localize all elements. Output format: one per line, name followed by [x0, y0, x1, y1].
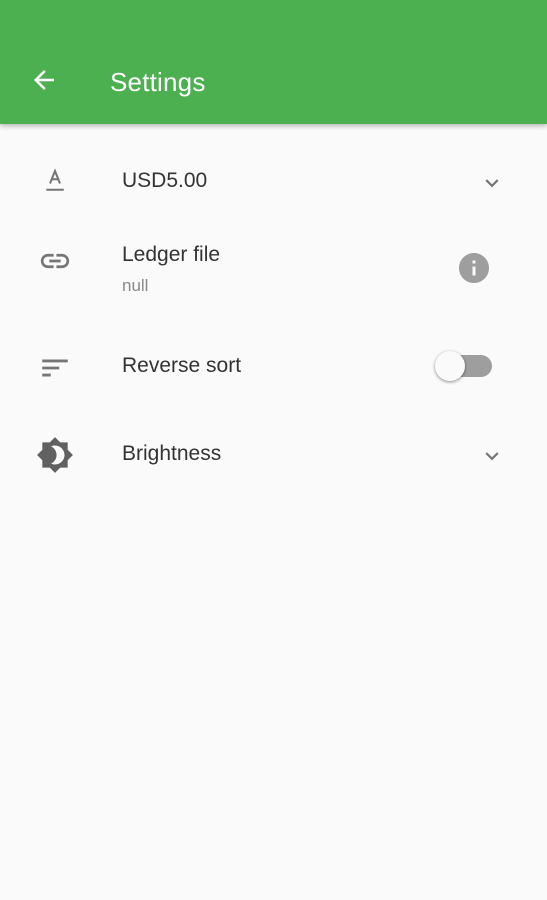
link-icon — [36, 242, 74, 280]
reverse-sort-toggle-thumb[interactable] — [435, 351, 465, 381]
app-bar: Settings — [0, 0, 547, 124]
setting-currency-format[interactable]: USD5.00 — [0, 124, 547, 238]
brightness-icon — [36, 436, 74, 474]
setting-currency-format-title: USD5.00 — [122, 169, 208, 192]
setting-brightness-title: Brightness — [122, 442, 222, 465]
setting-brightness[interactable]: Brightness — [0, 424, 547, 514]
setting-brightness-dropdown[interactable] — [478, 442, 506, 470]
setting-currency-format-dropdown[interactable] — [478, 169, 506, 197]
chevron-down-icon — [485, 179, 499, 188]
sort-icon — [36, 349, 74, 387]
arrow-back-icon — [34, 70, 54, 90]
setting-ledger-file-subtitle: null — [122, 276, 149, 295]
settings-screen: Settings USD5.00 Ledger file null Revers… — [0, 0, 547, 900]
page-title: Settings — [110, 67, 206, 97]
setting-ledger-file[interactable]: Ledger file null — [0, 238, 547, 336]
settings-list: USD5.00 Ledger file null Reverse sort Br… — [0, 124, 547, 514]
setting-reverse-sort-title: Reverse sort — [122, 354, 242, 377]
setting-ledger-file-title: Ledger file — [122, 243, 221, 266]
setting-reverse-sort[interactable]: Reverse sort — [0, 336, 547, 424]
back-button[interactable] — [22, 58, 66, 102]
currency-format-icon — [36, 162, 74, 200]
info-button[interactable] — [456, 250, 492, 286]
info-icon — [459, 253, 489, 283]
chevron-down-icon — [485, 452, 499, 461]
